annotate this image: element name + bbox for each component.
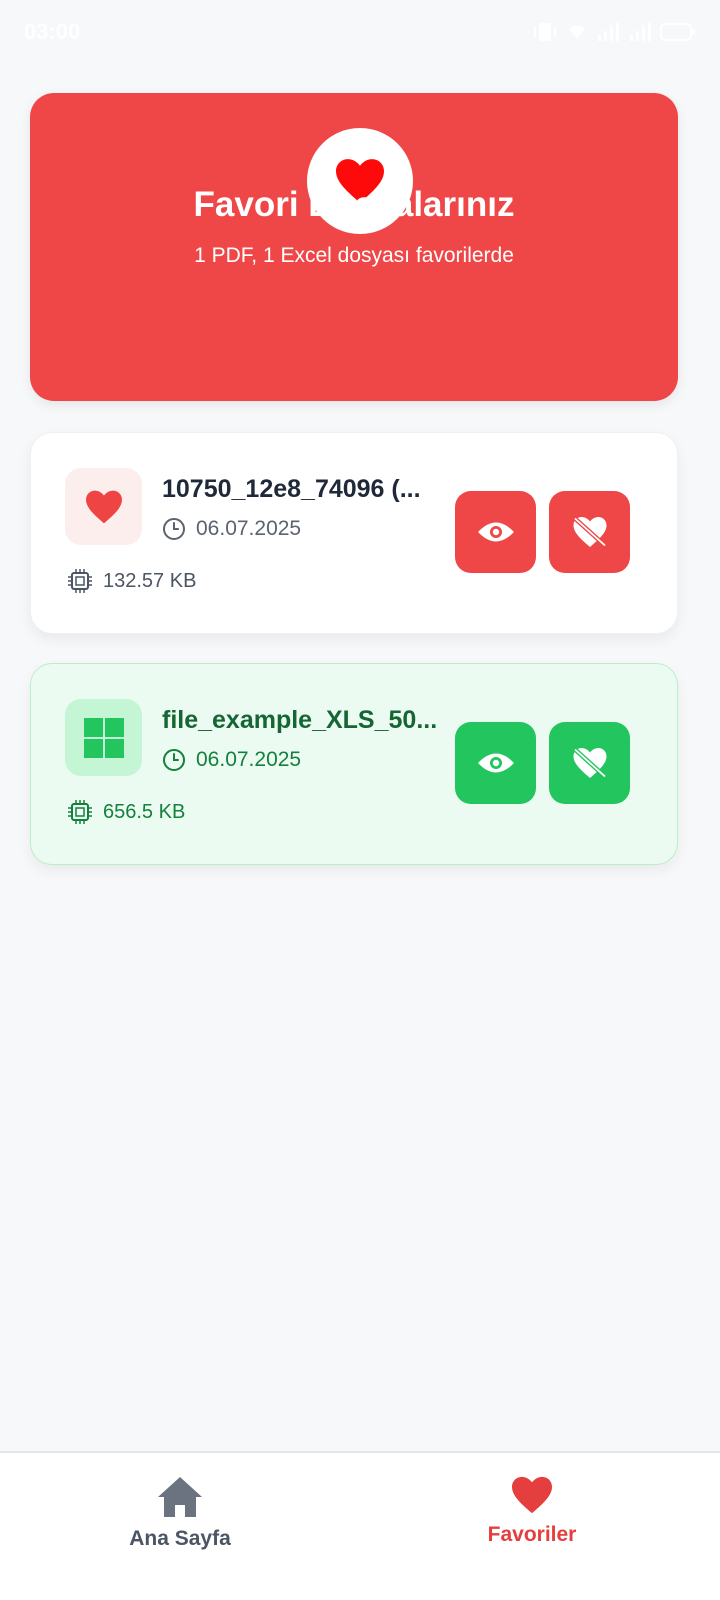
file-card-excel[interactable]: file_example_XLS_50... 06.07.2025 656.5 … bbox=[30, 663, 678, 865]
heart-icon bbox=[512, 1476, 552, 1514]
vibrate-icon bbox=[534, 23, 556, 41]
page-title: Favori Dosyalarınız bbox=[193, 185, 515, 224]
file-name: 10750_12e8_74096 (... bbox=[162, 475, 421, 503]
file-size: 132.57 KB bbox=[67, 568, 196, 594]
heart-off-icon bbox=[572, 516, 607, 548]
remove-favorite-button[interactable] bbox=[549, 491, 630, 573]
view-button[interactable] bbox=[455, 491, 536, 573]
clock-icon bbox=[163, 518, 185, 540]
signal-icon-2 bbox=[630, 23, 651, 41]
file-date: 06.07.2025 bbox=[162, 748, 301, 772]
nav-item-home[interactable]: Ana Sayfa bbox=[80, 1475, 280, 1551]
bottom-nav: Ana Sayfa Favoriler bbox=[0, 1451, 720, 1600]
file-size-text: 132.57 KB bbox=[103, 569, 197, 592]
windows-grid-icon bbox=[83, 717, 124, 758]
nav-item-favorites[interactable]: Favoriler bbox=[432, 1475, 632, 1547]
file-size: 656.5 KB bbox=[67, 799, 185, 825]
wifi-icon bbox=[569, 25, 585, 39]
file-date-text: 06.07.2025 bbox=[196, 517, 302, 540]
file-card-pdf[interactable]: 10750_12e8_74096 (... 06.07.2025 132.57 … bbox=[30, 432, 678, 634]
home-icon bbox=[158, 1477, 202, 1517]
file-date: 06.07.2025 bbox=[162, 517, 301, 541]
status-icons bbox=[532, 21, 696, 43]
signal-icon bbox=[598, 23, 619, 41]
file-date-text: 06.07.2025 bbox=[196, 748, 302, 771]
file-size-text: 656.5 KB bbox=[103, 800, 186, 823]
heart-off-icon bbox=[572, 747, 607, 779]
status-time: 03:00 bbox=[24, 19, 81, 44]
file-type-badge bbox=[65, 468, 142, 545]
favorites-header-card: Favori Dosyalarınız 1 PDF, 1 Excel dosya… bbox=[30, 93, 678, 401]
file-type-badge bbox=[65, 699, 142, 776]
heart-icon bbox=[85, 490, 122, 523]
view-button[interactable] bbox=[455, 722, 536, 804]
eye-icon bbox=[477, 522, 514, 542]
chip-icon bbox=[68, 800, 92, 824]
battery-icon bbox=[660, 23, 695, 41]
file-name: file_example_XLS_50... bbox=[162, 706, 438, 734]
nav-label-favorites: Favoriler bbox=[487, 1523, 577, 1546]
eye-icon bbox=[477, 753, 514, 773]
status-bar: 03:00 bbox=[0, 0, 720, 64]
nav-label-home: Ana Sayfa bbox=[129, 1527, 231, 1550]
clock-icon bbox=[163, 749, 185, 771]
chip-icon bbox=[68, 569, 92, 593]
page-subtitle: 1 PDF, 1 Excel dosyası favorilerde bbox=[194, 244, 514, 267]
remove-favorite-button[interactable] bbox=[549, 722, 630, 804]
